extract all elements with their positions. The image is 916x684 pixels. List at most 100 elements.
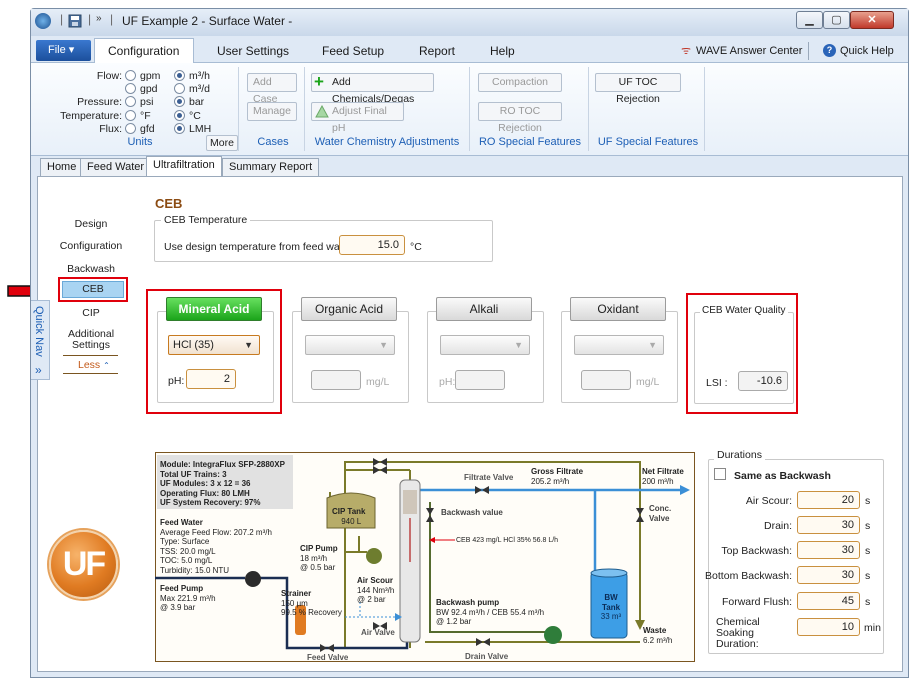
oxidant-dose-input[interactable] <box>581 370 631 390</box>
alkali-ph-input[interactable] <box>455 370 505 390</box>
radio-gfd[interactable] <box>125 123 136 134</box>
manage-button[interactable]: Manage <box>247 102 297 121</box>
radio-m3d[interactable] <box>174 83 185 94</box>
add-chemicals-button[interactable]: Add Chemicals/Degas <box>311 73 434 105</box>
unit-gpd: gpd <box>140 83 158 95</box>
menu-help[interactable]: Help <box>490 44 515 58</box>
window-controls: ▁ ▢ ✕ <box>796 11 894 29</box>
menu-user-settings[interactable]: User Settings <box>217 44 289 58</box>
page-title: CEB <box>155 196 183 211</box>
quick-nav-label: Quick Nav <box>33 306 45 357</box>
unit-fahrenheit: °F <box>140 110 151 122</box>
uf-toc-rejection-button[interactable]: UF TOC Rejection <box>595 73 681 105</box>
radio-lmh[interactable] <box>174 123 185 134</box>
air-scour-pressure: @ 2 bar <box>357 595 386 604</box>
feed-water-flow: Average Feed Flow: 207.2 m³/h <box>160 527 272 537</box>
file-menu-button[interactable]: File ▾ <box>36 40 91 61</box>
organic-acid-select[interactable]: ▼ <box>305 335 395 355</box>
radio-gpd[interactable] <box>125 83 136 94</box>
nav-ceb[interactable]: CEB <box>62 281 124 298</box>
units-more-button[interactable]: More <box>206 135 238 151</box>
ceb-temperature-input[interactable]: 15.0 <box>339 235 405 255</box>
alkali-button[interactable]: Alkali <box>436 297 532 321</box>
collapse-icon: ⌃ <box>103 361 110 370</box>
mineral-acid-highlight <box>146 289 282 414</box>
air-scour-duration-unit: s <box>865 495 871 507</box>
radio-gpm[interactable] <box>125 70 136 81</box>
radio-m3h[interactable] <box>174 70 185 81</box>
forward-flush-duration-input[interactable]: 45 <box>797 592 860 610</box>
organic-acid-button[interactable]: Organic Acid <box>301 297 397 321</box>
radio-bar[interactable] <box>174 96 185 107</box>
save-icon[interactable] <box>68 14 82 28</box>
tab-feed-water[interactable]: Feed Water <box>80 158 152 176</box>
strainer-size: 150 µm <box>281 598 308 608</box>
nav-design[interactable]: Design <box>51 218 131 230</box>
same-as-backwash-checkbox[interactable] <box>714 468 726 480</box>
conc-valve-line-1: Conc. <box>649 504 672 513</box>
nav-backwash[interactable]: Backwash <box>51 263 131 275</box>
menu-feed-setup[interactable]: Feed Setup <box>322 44 384 58</box>
menu-report[interactable]: Report <box>419 44 455 58</box>
strainer-recovery: 99.5 % Recovery <box>281 608 342 617</box>
wave-answer-center-link[interactable]: WAVE Answer Center <box>696 45 802 57</box>
chevron-down-icon: ▼ <box>648 340 657 350</box>
maximize-icon[interactable]: ▢ <box>823 11 850 29</box>
gross-filtrate-title: Gross Filtrate <box>531 467 584 476</box>
ceb-temperature-title: CEB Temperature <box>161 214 251 226</box>
radio-fahrenheit[interactable] <box>125 110 136 121</box>
compaction-button[interactable]: Compaction <box>478 73 562 92</box>
wave-center-icon: ᯤ <box>681 45 692 57</box>
menu-configuration[interactable]: Configuration <box>108 44 179 58</box>
feed-water-info: Feed Water Average Feed Flow: 207.2 m³/h… <box>160 518 272 575</box>
add-case-button[interactable]: Add Case <box>247 73 297 105</box>
quick-nav-expand-icon[interactable]: » <box>35 363 42 377</box>
drain-duration-input[interactable]: 30 <box>797 516 860 534</box>
chemical-soaking-duration-input[interactable]: 10 <box>797 618 860 636</box>
backwash-pump-title: Backwash pump <box>436 598 500 607</box>
module-line-3: UF Modules: 3 x 12 = 36 <box>160 479 251 488</box>
tab-summary-report[interactable]: Summary Report <box>222 158 320 176</box>
nav-cip[interactable]: CIP <box>51 307 131 319</box>
tab-ultrafiltration[interactable]: Ultrafiltration <box>146 156 222 177</box>
feed-water-type: Type: Surface <box>160 537 210 546</box>
conc-valve-label: Conc. Valve <box>649 504 671 523</box>
air-scour-duration-input[interactable]: 20 <box>797 491 860 509</box>
chemical-soaking-duration-label: Chemical Soaking Duration: <box>716 616 760 650</box>
bw-tank-line-1: BW <box>604 593 618 602</box>
radio-celsius[interactable] <box>174 110 185 121</box>
filtrate-arrow-icon <box>680 485 690 495</box>
separator: | <box>60 12 64 26</box>
separator <box>588 67 589 151</box>
bottom-backwash-duration-input[interactable]: 30 <box>797 566 860 584</box>
cip-pump-pressure: @ 0.5 bar <box>300 563 336 572</box>
nav-configuration[interactable]: Configuration <box>51 240 131 252</box>
close-icon[interactable]: ✕ <box>850 11 894 29</box>
top-backwash-duration-input[interactable]: 30 <box>797 541 860 559</box>
module-line-1: Module: IntegraFlux SFP-2880XP <box>160 460 285 469</box>
bw-tank-info: BW Tank 33 m³ <box>595 593 627 622</box>
nav-additional-settings[interactable]: Additional Settings <box>56 329 126 351</box>
filtrate-valve-text: Filtrate Valve <box>464 473 514 482</box>
feed-water-turbidity: Turbidity: 15.0 NTU <box>160 565 230 575</box>
triangle-icon <box>315 105 329 118</box>
cip-pump-title: CIP Pump <box>300 544 338 553</box>
quick-help-link[interactable]: Quick Help <box>840 45 894 57</box>
minimize-icon[interactable]: ▁ <box>796 11 823 29</box>
nav-less[interactable]: Less ⌃ <box>78 359 110 371</box>
oxidant-button[interactable]: Oxidant <box>570 297 666 321</box>
units-pressure-label: Pressure: <box>77 96 122 108</box>
quick-access-more-icon[interactable]: » <box>96 13 102 24</box>
feed-valve-label: Feed Valve <box>307 653 348 663</box>
chemical-soaking-duration-unit: min <box>864 622 881 634</box>
organic-acid-dose-input[interactable] <box>311 370 361 390</box>
tab-home[interactable]: Home <box>40 158 84 176</box>
ro-toc-rejection-button[interactable]: RO TOC Rejection <box>478 102 562 134</box>
alkali-ph-label: pH: <box>439 376 456 388</box>
alkali-select[interactable]: ▼ <box>440 335 530 355</box>
radio-psi[interactable] <box>125 96 136 107</box>
cip-tank-info: CIP Tank 940 L <box>332 507 366 526</box>
forward-flush-duration-unit: s <box>865 596 871 608</box>
water-quality-highlight <box>686 293 798 414</box>
oxidant-select[interactable]: ▼ <box>574 335 664 355</box>
